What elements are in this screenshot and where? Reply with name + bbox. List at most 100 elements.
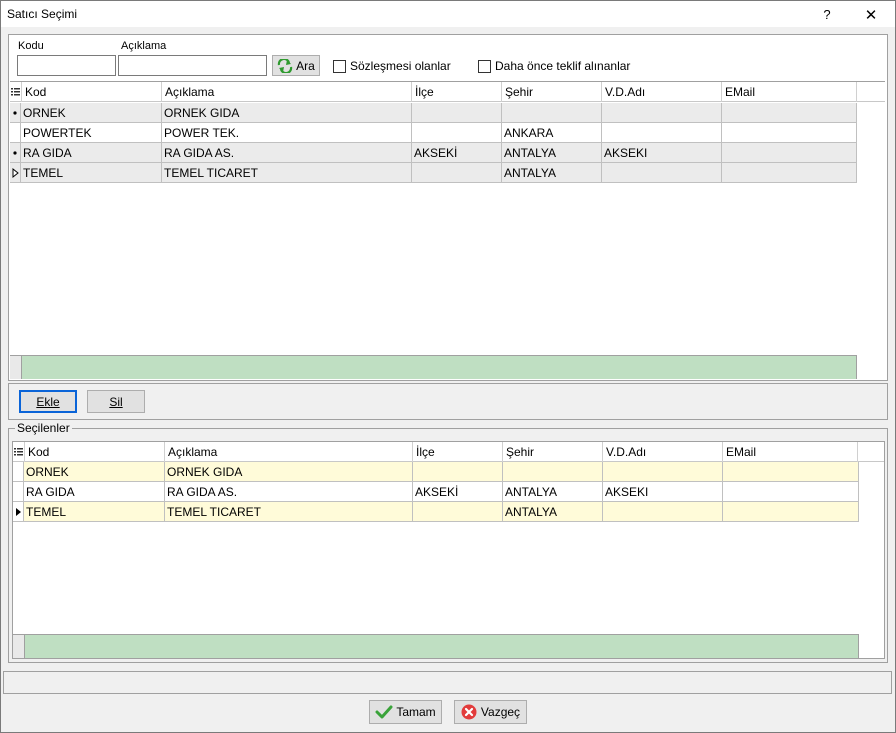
- cell-sehir[interactable]: ANTALYA: [503, 482, 603, 502]
- cell-vd-adi[interactable]: [603, 502, 723, 522]
- check-icon: [375, 705, 393, 719]
- cell-sehir[interactable]: ANTALYA: [503, 502, 603, 522]
- cell-email[interactable]: [723, 482, 859, 502]
- column-header-ilce[interactable]: İlçe: [412, 82, 502, 102]
- close-icon: ✕: [864, 6, 878, 24]
- table-row[interactable]: RA GIDA RA GIDA AS. AKSEKİ ANTALYA AKSEK…: [13, 482, 859, 502]
- search-button-label: Ara: [296, 58, 315, 73]
- cell-email[interactable]: [722, 163, 857, 183]
- cell-aciklama[interactable]: RA GIDA AS.: [162, 143, 412, 163]
- column-header-sehir[interactable]: Şehir: [502, 82, 602, 102]
- row-indicator: [10, 143, 21, 163]
- cell-vd-adi[interactable]: [602, 103, 722, 123]
- vendor-grid: Kod Açıklama İlçe Şehir V.D.Adı EMail OR…: [10, 81, 885, 379]
- cell-sehir[interactable]: ANTALYA: [502, 163, 602, 183]
- table-row[interactable]: RA GIDA RA GIDA AS. AKSEKİ ANTALYA AKSEK…: [10, 143, 857, 163]
- cancel-icon: [461, 704, 477, 720]
- help-icon: ?: [823, 7, 831, 22]
- cell-ilce[interactable]: [413, 462, 503, 482]
- selected-grid-header: Kod Açıklama İlçe Şehir V.D.Adı EMail: [13, 442, 884, 462]
- column-header-kod[interactable]: Kod: [25, 442, 165, 462]
- cell-vd-adi[interactable]: [602, 163, 722, 183]
- cell-kod[interactable]: RA GIDA: [21, 143, 162, 163]
- prev-offer-checkbox[interactable]: Daha önce teklif alınanlar: [478, 59, 630, 73]
- selected-grid: Kod Açıklama İlçe Şehir V.D.Adı EMail OR…: [12, 441, 885, 659]
- cell-vd-adi[interactable]: AKSEKI: [602, 143, 722, 163]
- row-indicator: [10, 163, 21, 183]
- cell-kod[interactable]: RA GIDA: [24, 482, 165, 502]
- row-indicator: [13, 502, 24, 522]
- kodu-input[interactable]: [17, 55, 116, 76]
- row-indicator: [10, 123, 21, 143]
- cancel-button[interactable]: Vazgeç: [454, 700, 527, 724]
- cell-kod[interactable]: TEMEL: [24, 502, 165, 522]
- cancel-button-label: Vazgeç: [480, 705, 521, 719]
- cell-sehir[interactable]: [503, 462, 603, 482]
- table-row[interactable]: ORNEK ORNEK GIDA: [13, 462, 859, 482]
- cell-kod[interactable]: TEMEL: [21, 163, 162, 183]
- cell-ilce[interactable]: AKSEKİ: [413, 482, 503, 502]
- table-row[interactable]: ORNEK ORNEK GIDA: [10, 103, 857, 123]
- remove-button[interactable]: Sil: [87, 390, 145, 413]
- cell-aciklama[interactable]: TEMEL TICARET: [162, 163, 412, 183]
- column-header-aciklama[interactable]: Açıklama: [162, 82, 412, 102]
- selected-group-label: Seçilenler: [15, 421, 72, 435]
- column-header-vd-adi[interactable]: V.D.Adı: [603, 442, 723, 462]
- cell-email[interactable]: [722, 103, 857, 123]
- contract-checkbox-box[interactable]: [333, 59, 346, 73]
- prev-offer-checkbox-box[interactable]: [478, 59, 491, 73]
- table-row[interactable]: TEMEL TEMEL TICARET ANTALYA: [13, 502, 859, 522]
- cell-sehir[interactable]: [502, 103, 602, 123]
- column-header-email[interactable]: EMail: [722, 82, 857, 102]
- column-header-kod[interactable]: Kod: [22, 82, 162, 102]
- column-header-email[interactable]: EMail: [723, 442, 858, 462]
- cell-email[interactable]: [722, 143, 857, 163]
- cell-kod[interactable]: ORNEK: [24, 462, 165, 482]
- contract-checkbox[interactable]: Sözleşmesi olanlar: [333, 59, 451, 73]
- cell-kod[interactable]: POWERTEK: [21, 123, 162, 143]
- row-indicator: [13, 462, 24, 482]
- cell-email[interactable]: [723, 502, 859, 522]
- search-button[interactable]: Ara: [272, 55, 320, 76]
- cell-aciklama[interactable]: ORNEK GIDA: [165, 462, 413, 482]
- footer-indicator: [10, 356, 22, 379]
- add-button[interactable]: Ekle: [19, 390, 77, 413]
- remove-button-label: Sil: [109, 394, 123, 409]
- prev-offer-checkbox-label: Daha önce teklif alınanlar: [495, 59, 631, 73]
- cell-vd-adi[interactable]: [602, 123, 722, 143]
- cell-ilce[interactable]: AKSEKİ: [412, 143, 502, 163]
- column-header-sehir[interactable]: Şehir: [503, 442, 603, 462]
- cell-aciklama[interactable]: RA GIDA AS.: [165, 482, 413, 502]
- cell-email[interactable]: [723, 462, 859, 482]
- cell-kod[interactable]: ORNEK: [21, 103, 162, 123]
- column-chooser-icon[interactable]: [13, 442, 25, 462]
- cell-ilce[interactable]: [413, 502, 503, 522]
- cell-vd-adi[interactable]: AKSEKI: [603, 482, 723, 502]
- table-row[interactable]: POWERTEK POWER TEK. ANKARA: [10, 123, 857, 143]
- column-header-vd-adi[interactable]: V.D.Adı: [602, 82, 722, 102]
- vendor-grid-header: Kod Açıklama İlçe Şehir V.D.Adı EMail: [10, 82, 885, 102]
- help-button[interactable]: ?: [807, 2, 847, 27]
- aciklama-label: Açıklama: [121, 40, 167, 52]
- kodu-label: Kodu: [18, 40, 44, 52]
- cell-aciklama[interactable]: POWER TEK.: [162, 123, 412, 143]
- cell-ilce[interactable]: [412, 123, 502, 143]
- cell-sehir[interactable]: ANTALYA: [502, 143, 602, 163]
- ok-button-label: Tamam: [396, 705, 436, 719]
- cell-ilce[interactable]: [412, 103, 502, 123]
- cell-vd-adi[interactable]: [603, 462, 723, 482]
- cell-aciklama[interactable]: TEMEL TICARET: [165, 502, 413, 522]
- table-row[interactable]: TEMEL TEMEL TICARET ANTALYA: [10, 163, 857, 183]
- row-indicator: [10, 103, 21, 123]
- cell-sehir[interactable]: ANKARA: [502, 123, 602, 143]
- cell-aciklama[interactable]: ORNEK GIDA: [162, 103, 412, 123]
- aciklama-input[interactable]: [118, 55, 267, 76]
- column-header-aciklama[interactable]: Açıklama: [165, 442, 413, 462]
- selected-grid-footer: [13, 634, 859, 658]
- ok-button[interactable]: Tamam: [369, 700, 442, 724]
- column-header-ilce[interactable]: İlçe: [413, 442, 503, 462]
- close-button[interactable]: ✕: [851, 2, 891, 27]
- column-chooser-icon[interactable]: [10, 82, 22, 102]
- cell-ilce[interactable]: [412, 163, 502, 183]
- cell-email[interactable]: [722, 123, 857, 143]
